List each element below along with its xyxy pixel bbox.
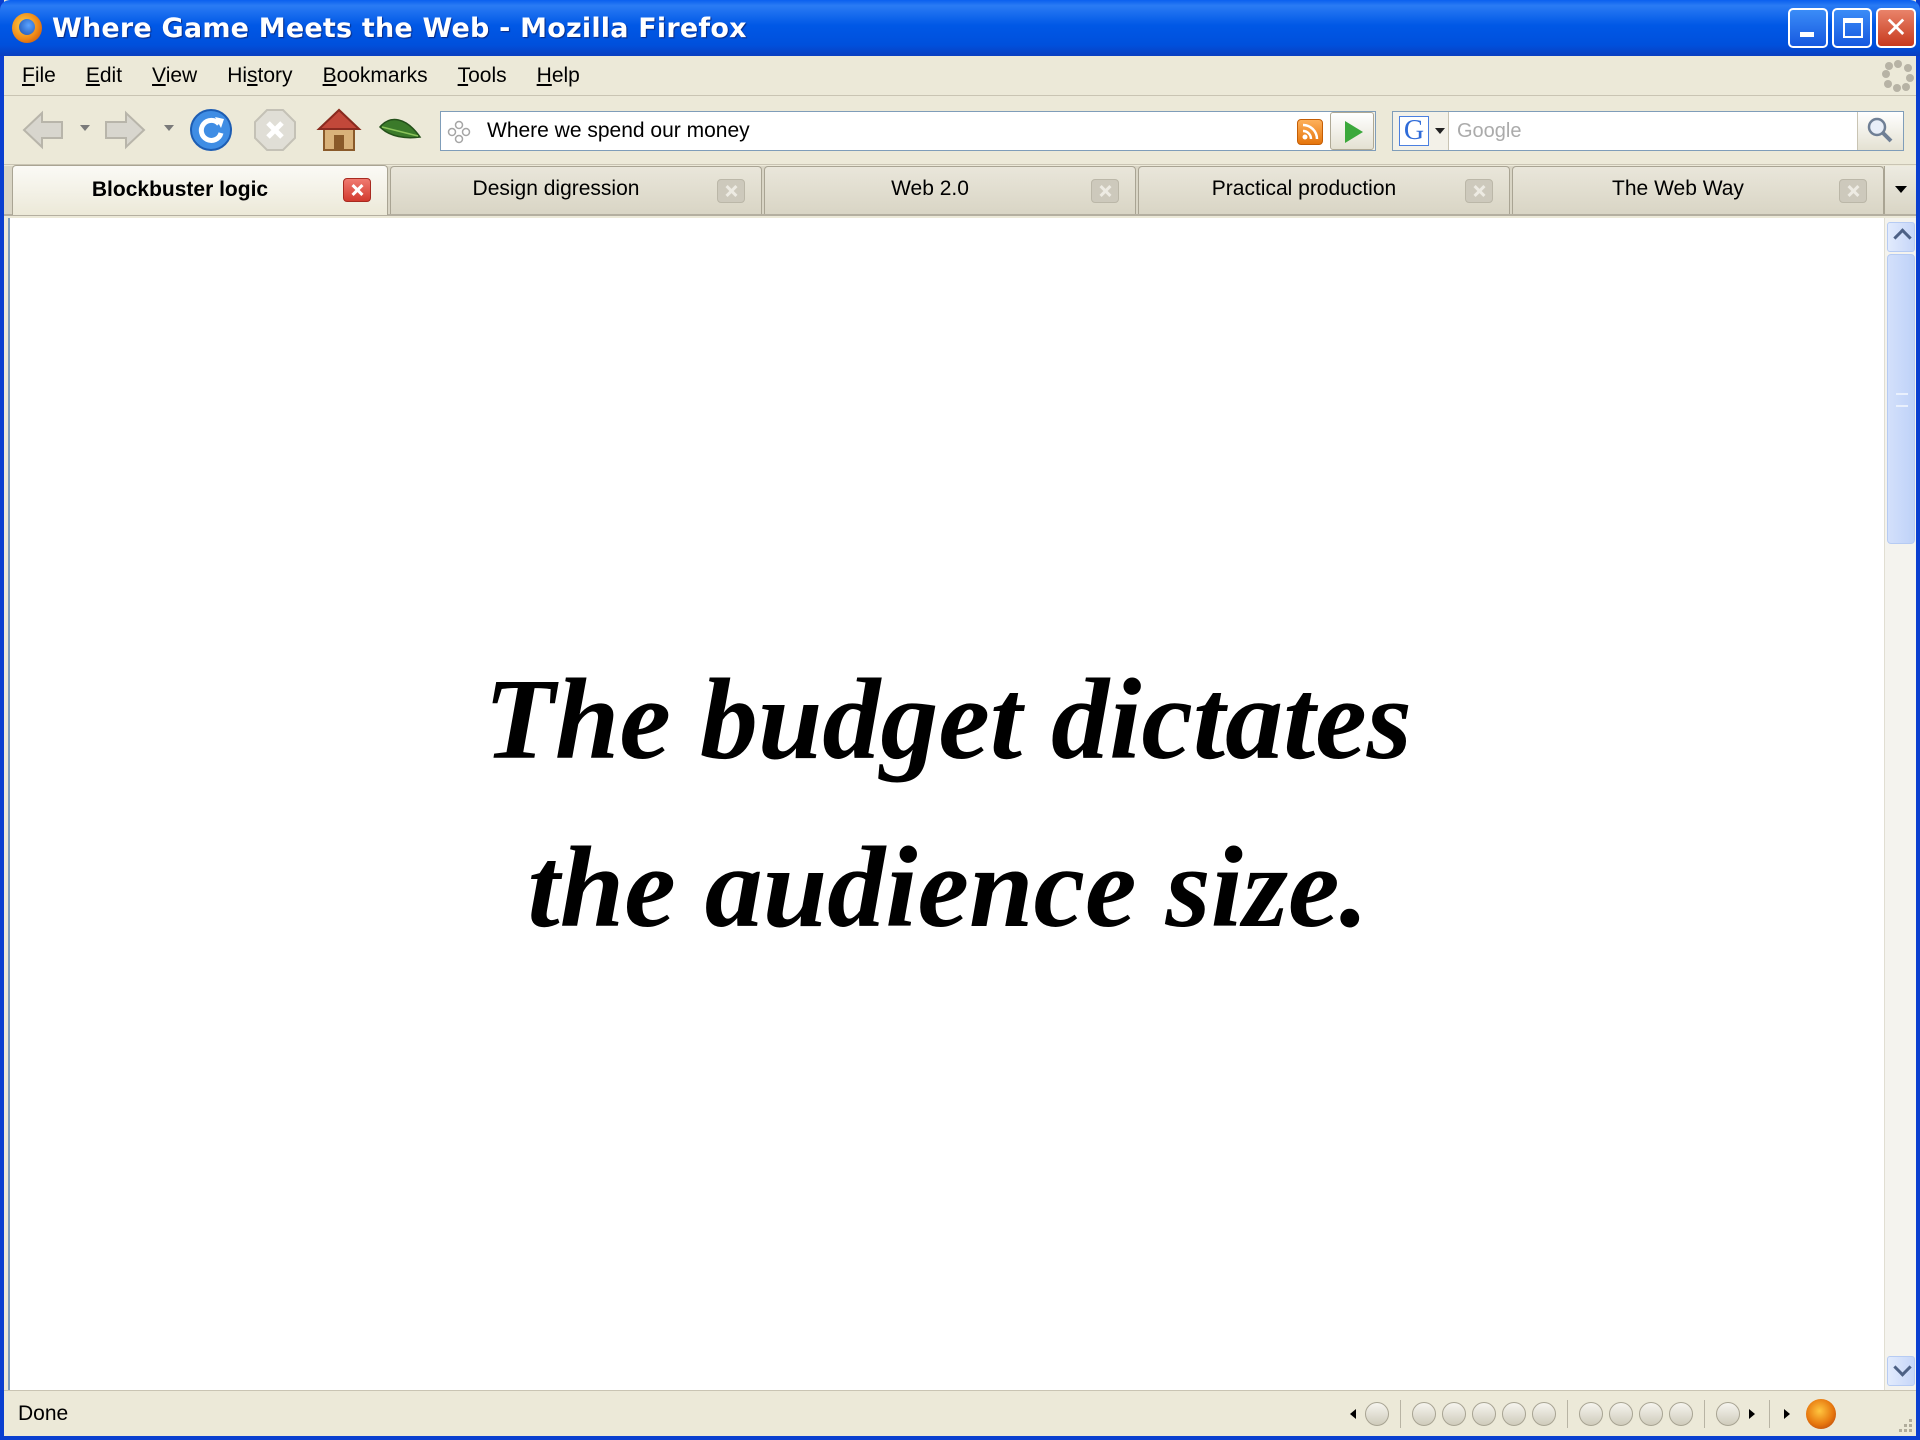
music-note-icon[interactable] <box>1365 1402 1389 1426</box>
browser-window: Where Game Meets the Web - Mozilla Firef… <box>0 0 1920 1440</box>
note-icon[interactable] <box>1579 1402 1603 1426</box>
mute-icon[interactable] <box>1716 1402 1740 1426</box>
search-bar[interactable]: G Google <box>1392 111 1904 151</box>
google-icon: G <box>1399 116 1429 146</box>
window-controls: ✕ <box>1788 8 1916 48</box>
close-icon: ✕ <box>1884 11 1908 44</box>
divider <box>1704 1400 1705 1428</box>
tab-web-2-0[interactable]: Web 2.0 <box>764 166 1136 214</box>
slide-text-line-1: The budget dictates <box>484 656 1412 784</box>
maximize-button[interactable] <box>1832 8 1872 48</box>
title-bar[interactable]: Where Game Meets the Web - Mozilla Firef… <box>0 0 1920 56</box>
volume-down-icon[interactable] <box>1669 1402 1693 1426</box>
resize-grip-icon[interactable] <box>1894 1414 1914 1434</box>
slide-text-line-2: the audience size. <box>527 824 1369 952</box>
minimize-button[interactable] <box>1788 8 1828 48</box>
all-tabs-dropdown[interactable] <box>1884 166 1916 214</box>
menu-help[interactable]: Help <box>525 64 592 88</box>
media-scroll-left-icon[interactable] <box>1350 1409 1356 1419</box>
tab-design-digression[interactable]: Design digression <box>390 166 762 214</box>
tab-label: Blockbuster logic <box>91 178 269 201</box>
status-text: Done <box>18 1402 69 1425</box>
throbber-icon <box>1882 60 1914 92</box>
tab-close-icon[interactable] <box>1091 179 1119 203</box>
scroll-down-button[interactable] <box>1887 1356 1915 1386</box>
menu-view[interactable]: View <box>140 64 209 88</box>
go-button[interactable] <box>1330 112 1374 150</box>
back-icon[interactable] <box>20 107 66 153</box>
magnifier-icon <box>1867 117 1893 143</box>
search-engine-selector[interactable]: G <box>1393 112 1449 150</box>
divider <box>1567 1400 1568 1428</box>
scroll-up-button[interactable] <box>1887 222 1915 252</box>
tab-close-icon[interactable] <box>343 178 371 202</box>
search-button[interactable] <box>1857 112 1903 150</box>
next-track-icon[interactable] <box>1532 1402 1556 1426</box>
tab-blockbuster-logic[interactable]: Blockbuster logic <box>12 165 388 215</box>
stop-icon[interactable] <box>252 107 298 153</box>
leaf-icon[interactable] <box>376 107 422 153</box>
expand-arrow-icon[interactable] <box>1784 1409 1790 1419</box>
play-icon[interactable] <box>1442 1402 1466 1426</box>
media-scroll-right-icon[interactable] <box>1749 1409 1755 1419</box>
minimize-icon <box>1800 32 1814 37</box>
forward-icon[interactable] <box>102 107 148 153</box>
page-icon <box>447 120 471 144</box>
menu-bookmarks[interactable]: Bookmarks <box>311 64 440 88</box>
address-bar[interactable]: Where we spend our money <box>440 111 1376 151</box>
menu-bar: File Edit View History Bookmarks Tools H… <box>4 56 1916 96</box>
tab-label: Web 2.0 <box>891 177 969 200</box>
tab-close-icon[interactable] <box>1465 179 1493 203</box>
home-icon[interactable] <box>316 107 362 153</box>
close-button[interactable]: ✕ <box>1876 8 1916 48</box>
rss-glyph <box>1302 123 1319 140</box>
tab-close-icon[interactable] <box>1839 179 1867 203</box>
tab-label: Practical production <box>1211 177 1397 200</box>
pause-icon[interactable] <box>1472 1402 1496 1426</box>
firefox-icon <box>12 13 42 43</box>
scroll-thumb[interactable] <box>1887 254 1915 544</box>
stop-media-icon[interactable] <box>1502 1402 1526 1426</box>
tab-strip: Blockbuster logic Design digression Web … <box>4 165 1916 216</box>
tab-label: Design digression <box>472 177 640 200</box>
tab-the-web-way[interactable]: The Web Way <box>1512 166 1884 214</box>
search-input[interactable]: Google <box>1457 112 1522 150</box>
menu-history[interactable]: History <box>215 64 304 88</box>
tab-practical-production[interactable]: Practical production <box>1138 166 1510 214</box>
address-input[interactable]: Where we spend our money <box>487 112 750 150</box>
volume-up-icon[interactable] <box>1639 1402 1663 1426</box>
tab-label: The Web Way <box>1612 177 1744 200</box>
eject-icon[interactable] <box>1609 1402 1633 1426</box>
menu-edit[interactable]: Edit <box>74 64 134 88</box>
slide: The budget dictates the audience size. <box>10 218 1886 1390</box>
divider <box>1769 1400 1770 1428</box>
page-content: The budget dictates the audience size. <box>8 218 1884 1390</box>
menu-file[interactable]: File <box>10 64 68 88</box>
tab-close-icon[interactable] <box>717 179 745 203</box>
navigation-toolbar: Where we spend our money G Google <box>4 97 1916 165</box>
status-bar: Done <box>4 1390 1916 1436</box>
media-controls <box>1344 1399 1836 1429</box>
previous-track-icon[interactable] <box>1412 1402 1436 1426</box>
divider <box>1400 1400 1401 1428</box>
forward-history-dropdown[interactable] <box>164 125 174 131</box>
reload-icon[interactable] <box>188 107 234 153</box>
menu-tools[interactable]: Tools <box>446 64 519 88</box>
back-history-dropdown[interactable] <box>80 125 90 131</box>
vertical-scrollbar[interactable] <box>1884 218 1916 1390</box>
window-title: Where Game Meets the Web - Mozilla Firef… <box>52 12 747 44</box>
firefox-status-icon[interactable] <box>1806 1399 1836 1429</box>
maximize-icon <box>1843 18 1863 38</box>
rss-icon[interactable] <box>1297 119 1323 145</box>
